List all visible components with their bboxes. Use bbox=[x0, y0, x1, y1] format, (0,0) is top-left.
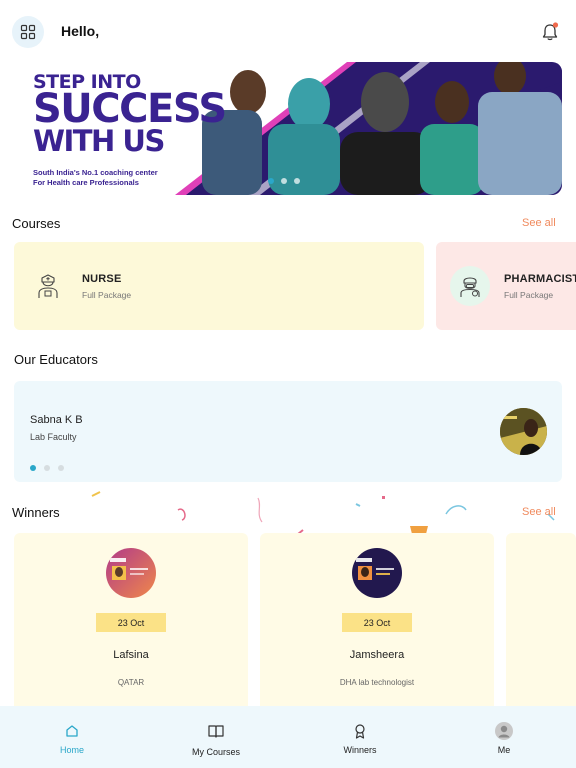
bottom-navigation: Home My Courses Winners Me bbox=[0, 706, 576, 768]
banner-headline-line2: SUCCESS bbox=[33, 86, 227, 133]
grid-icon bbox=[20, 24, 36, 40]
nav-home[interactable]: Home bbox=[0, 706, 144, 768]
book-icon bbox=[207, 722, 225, 740]
menu-button[interactable] bbox=[12, 16, 44, 48]
winner-card[interactable]: 23 Oct Jamsheera DHA lab technologist bbox=[260, 533, 494, 713]
course-card-nurse[interactable]: NURSE Full Package bbox=[14, 242, 424, 330]
winners-see-all-link[interactable]: See all bbox=[522, 506, 556, 518]
courses-title: Courses bbox=[12, 216, 61, 231]
banner-headline-line3: WITH US bbox=[33, 124, 165, 159]
banner-subtitle-line1: South India's No.1 coaching center bbox=[33, 168, 158, 177]
courses-see-all-link[interactable]: See all bbox=[522, 217, 556, 229]
banner-dot[interactable] bbox=[268, 178, 274, 184]
nav-label: Winners bbox=[343, 745, 377, 755]
winners-title: Winners bbox=[12, 505, 60, 520]
banner-headline: STEP INTO SUCCESS WITH US bbox=[33, 72, 227, 159]
nav-label: My Courses bbox=[191, 747, 240, 757]
bell-icon bbox=[542, 22, 559, 41]
winner-place: QATAR bbox=[117, 678, 145, 687]
promo-banner[interactable]: STEP INTO SUCCESS WITH US South India's … bbox=[0, 62, 562, 195]
banner-pagination bbox=[268, 178, 300, 184]
course-name: NURSE bbox=[82, 272, 122, 285]
greeting-text: Hello, bbox=[61, 23, 100, 39]
winner-place: DHA lab technologist bbox=[339, 678, 415, 687]
banner-subtitle-line2: For Health care Professionals bbox=[33, 177, 139, 187]
user-avatar-icon bbox=[495, 722, 513, 740]
educator-pagination bbox=[30, 465, 64, 471]
course-name: PHARMACIST bbox=[504, 272, 576, 285]
banner-dot[interactable] bbox=[294, 178, 300, 184]
winner-name: Lafsina bbox=[113, 649, 149, 661]
educator-dot[interactable] bbox=[44, 465, 50, 471]
nav-label: Me bbox=[497, 745, 511, 755]
educator-name: Sabna K B bbox=[30, 414, 83, 426]
nav-winners[interactable]: Winners bbox=[288, 706, 432, 768]
winner-date-badge: 23 Oct bbox=[96, 613, 166, 632]
winner-name: Jamsheera bbox=[349, 649, 405, 661]
nav-me[interactable]: Me bbox=[432, 706, 576, 768]
award-icon bbox=[351, 722, 369, 740]
winner-date-badge: 23 Oct bbox=[342, 613, 412, 632]
banner-dot[interactable] bbox=[281, 178, 287, 184]
winner-card[interactable] bbox=[506, 533, 576, 713]
nurse-icon bbox=[28, 266, 68, 306]
educator-avatar bbox=[500, 408, 547, 455]
faculty-group-photo bbox=[202, 62, 562, 195]
educator-dot[interactable] bbox=[30, 465, 36, 471]
educators-title: Our Educators bbox=[14, 352, 98, 367]
notification-button[interactable] bbox=[539, 21, 561, 43]
winner-image bbox=[352, 548, 402, 598]
app-header: Hello, bbox=[0, 0, 576, 62]
nav-label: Home bbox=[59, 745, 84, 755]
pharmacist-icon bbox=[450, 266, 490, 306]
nav-my-courses[interactable]: My Courses bbox=[144, 706, 288, 768]
course-card-pharmacist[interactable]: PHARMACIST Full Package bbox=[436, 242, 576, 330]
course-subtitle: Full Package bbox=[82, 289, 132, 300]
home-icon bbox=[63, 722, 81, 740]
educator-role: Lab Faculty bbox=[30, 432, 77, 442]
winner-image bbox=[106, 548, 156, 598]
banner-subtitle: South India's No.1 coaching center For H… bbox=[33, 168, 158, 188]
winner-card[interactable]: 23 Oct Lafsina QATAR bbox=[14, 533, 248, 713]
educator-dot[interactable] bbox=[58, 465, 64, 471]
educator-card[interactable]: Sabna K B Lab Faculty bbox=[14, 381, 562, 482]
course-subtitle: Full Package bbox=[504, 289, 554, 300]
